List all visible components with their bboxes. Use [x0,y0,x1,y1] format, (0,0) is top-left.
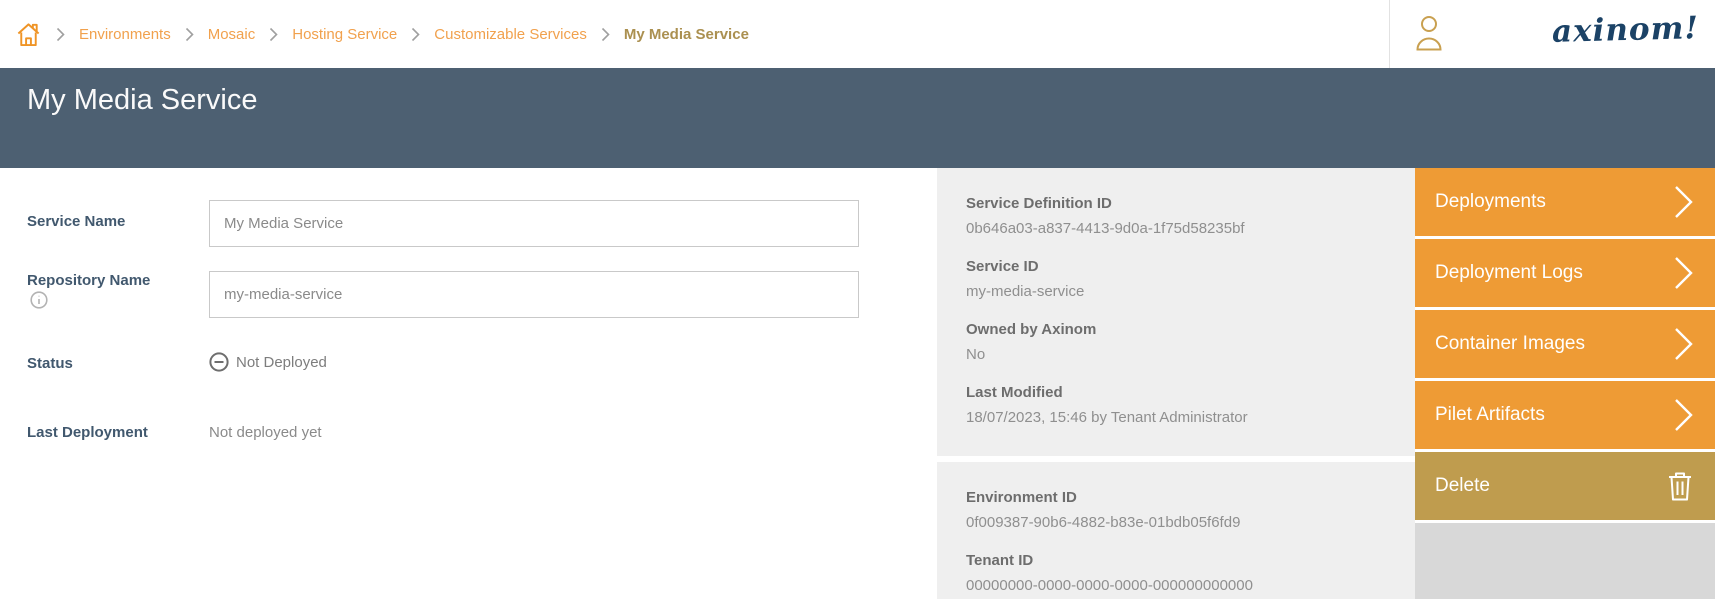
chevron-right-icon [1674,256,1693,290]
detail-item: Environment ID 0f009387-90b6-4882-b83e-0… [966,489,1395,531]
breadcrumb-current-page: My Media Service [624,26,749,43]
environment-id-value: 0f009387-90b6-4882-b83e-01bdb05f6fd9 [966,514,1395,531]
tenant-id-value: 00000000-0000-0000-0000-000000000000 [966,577,1395,594]
status-value: Not Deployed [209,352,327,372]
action-buttons-panel: Deployments Deployment Logs Container Im… [1415,168,1715,599]
environment-info-panel: Environment ID 0f009387-90b6-4882-b83e-0… [937,462,1415,599]
service-definition-id-value: 0b646a03-a837-4413-9d0a-1f75d58235bf [966,220,1395,237]
chevron-right-icon [1674,327,1693,361]
chevron-right-icon [1674,398,1693,432]
last-deployment-label: Last Deployment [27,424,148,441]
chevron-right-icon [1674,185,1693,219]
chevron-right-icon [185,27,194,42]
breadcrumb-item-customizable-services[interactable]: Customizable Services [434,26,587,43]
breadcrumb-item-hosting-service[interactable]: Hosting Service [292,26,397,43]
deployment-logs-button[interactable]: Deployment Logs [1415,239,1715,307]
deployment-logs-button-label: Deployment Logs [1435,262,1583,284]
last-modified-label: Last Modified [966,384,1395,401]
service-definition-id-label: Service Definition ID [966,195,1395,212]
service-info-panel: Service Definition ID 0b646a03-a837-4413… [937,168,1415,456]
page-header: My Media Service [0,68,1715,168]
chevron-right-icon [411,27,420,42]
repository-name-label: Repository Name [27,272,150,289]
deployments-button[interactable]: Deployments [1415,168,1715,236]
info-icon[interactable] [30,291,48,309]
detail-item: Owned by Axinom No [966,321,1395,363]
status-label: Status [27,355,73,372]
container-images-button[interactable]: Container Images [1415,310,1715,378]
pilet-artifacts-button[interactable]: Pilet Artifacts [1415,381,1715,449]
service-id-label: Service ID [966,258,1395,275]
chevron-right-icon [56,27,65,42]
chevron-right-icon [269,27,278,42]
actions-filler [1415,523,1715,599]
last-deployment-value: Not deployed yet [209,424,322,441]
detail-item: Service Definition ID 0b646a03-a837-4413… [966,195,1395,237]
trash-icon [1667,470,1693,502]
repository-name-input[interactable] [209,271,859,318]
chevron-right-icon [601,27,610,42]
delete-button[interactable]: Delete [1415,452,1715,520]
home-button[interactable] [15,20,42,48]
delete-button-label: Delete [1435,475,1490,497]
status-text: Not Deployed [236,354,327,371]
tenant-id-label: Tenant ID [966,552,1395,569]
owned-by-axinom-label: Owned by Axinom [966,321,1395,338]
home-icon [15,20,42,48]
owned-by-axinom-value: No [966,346,1395,363]
topbar-divider [1389,0,1390,68]
environment-id-label: Environment ID [966,489,1395,506]
container-images-button-label: Container Images [1435,333,1585,355]
breadcrumb-item-mosaic[interactable]: Mosaic [208,26,256,43]
detail-item: Service ID my-media-service [966,258,1395,300]
service-name-input[interactable] [209,200,859,247]
axinom-logo[interactable]: axinom! [1552,10,1700,50]
detail-item: Tenant ID 00000000-0000-0000-0000-000000… [966,552,1395,594]
breadcrumb: Environments Mosaic Hosting Service Cust… [15,0,749,68]
service-name-label: Service Name [27,213,125,230]
deployments-button-label: Deployments [1435,191,1546,213]
user-icon [1414,14,1444,52]
top-navigation-bar: Environments Mosaic Hosting Service Cust… [0,0,1715,68]
breadcrumb-item-environments[interactable]: Environments [79,26,171,43]
service-id-value: my-media-service [966,283,1395,300]
last-modified-value: 18/07/2023, 15:46 by Tenant Administrato… [966,409,1395,426]
not-deployed-icon [209,352,229,372]
pilet-artifacts-button-label: Pilet Artifacts [1435,404,1545,426]
user-profile-button[interactable] [1414,14,1444,52]
page-title: My Media Service [27,84,257,117]
detail-item: Last Modified 18/07/2023, 15:46 by Tenan… [966,384,1395,426]
